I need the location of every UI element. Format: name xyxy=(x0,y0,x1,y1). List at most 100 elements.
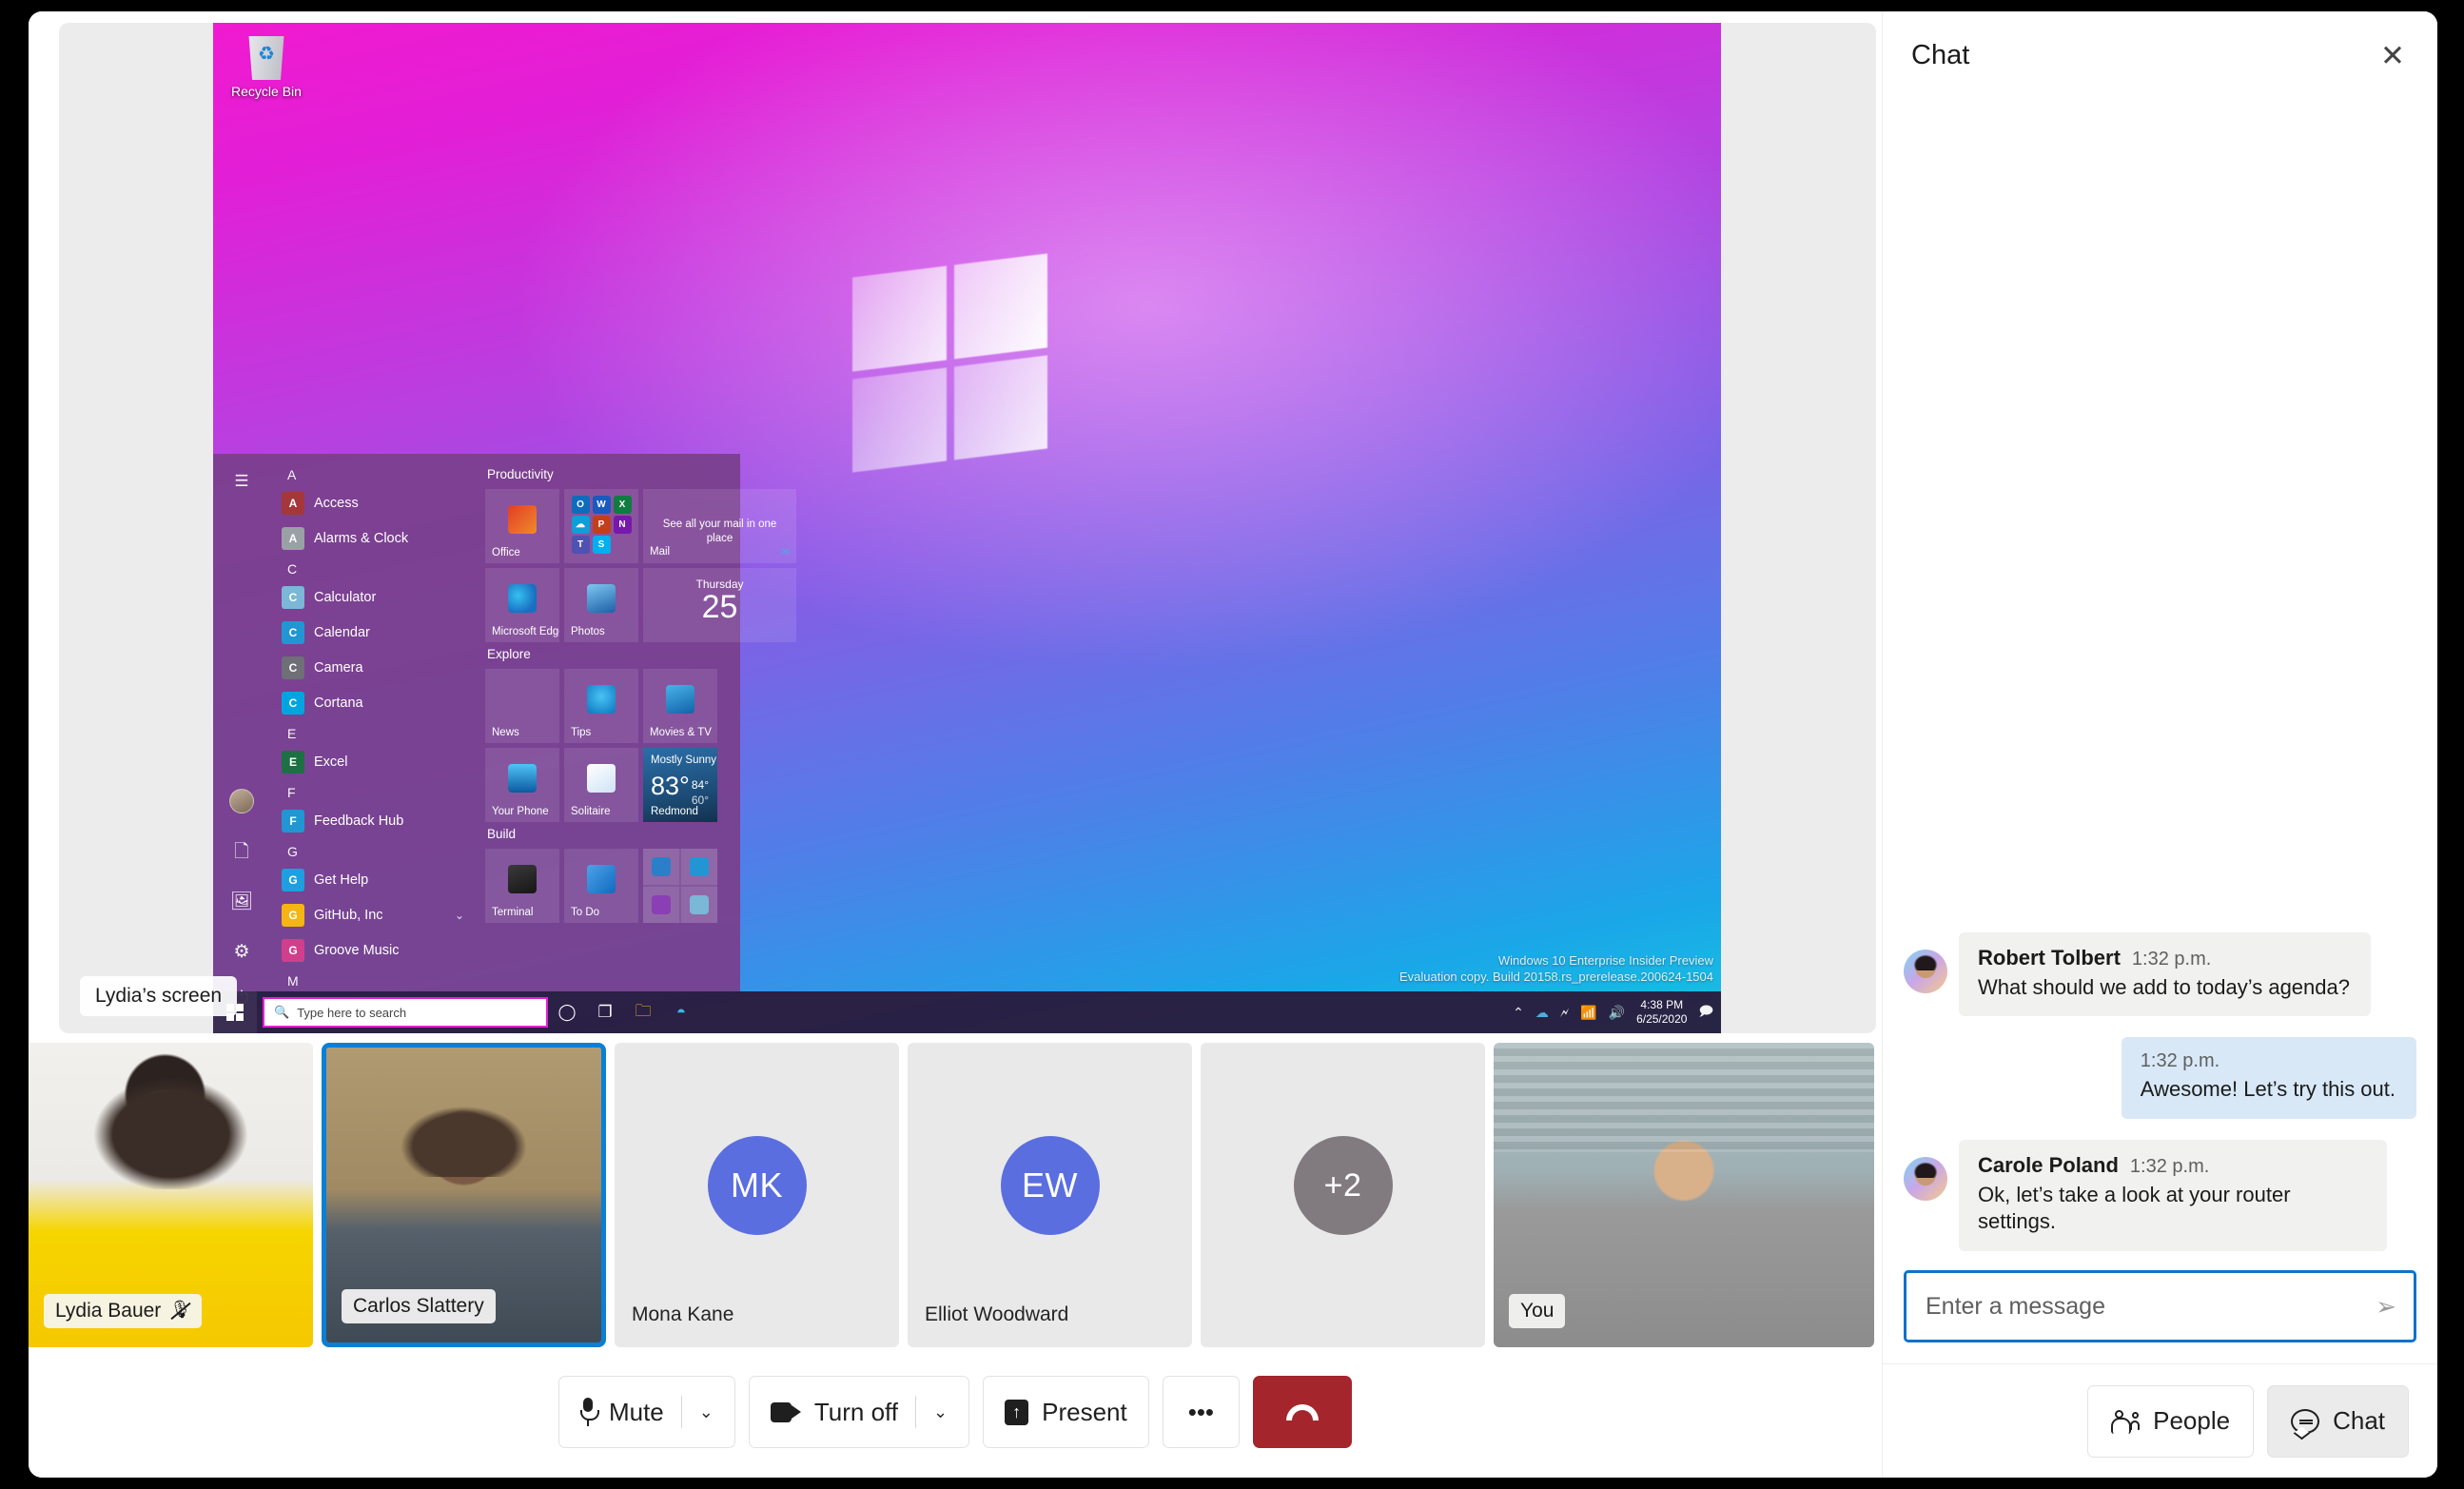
people-button[interactable]: People xyxy=(2087,1384,2255,1458)
start-menu-tile[interactable]: See all your mail in one place Mail ✉ xyxy=(643,489,796,563)
taskbar-search-input[interactable]: 🔍 Type here to search xyxy=(263,997,548,1028)
send-icon[interactable]: ➢ xyxy=(2376,1292,2396,1322)
feedback-hub-icon[interactable] xyxy=(681,849,717,885)
taskbar-clock[interactable]: 4:38 PM 6/25/2020 xyxy=(1636,998,1687,1027)
start-menu-tile[interactable]: Mostly Sunny 83° 84° 60° Redmond xyxy=(643,748,717,822)
start-menu-tile[interactable]: Office xyxy=(485,489,559,563)
calculator-icon[interactable] xyxy=(681,887,717,923)
start-menu-tile[interactable]: Your Phone xyxy=(485,748,559,822)
recycle-bin-desktop-icon[interactable]: Recycle Bin xyxy=(223,36,310,99)
message-input[interactable] xyxy=(1926,1292,2376,1321)
chat-button[interactable]: Chat xyxy=(2267,1384,2409,1458)
participant-tile[interactable]: +2 xyxy=(1201,1043,1485,1347)
shared-screen-stage[interactable]: Recycle Bin Windows 10 Enterprise Inside… xyxy=(59,23,1876,1033)
start-menu-tile[interactable]: Solitaire xyxy=(564,748,638,822)
start-menu-app-item[interactable]: G GitHub, Inc ⌄ xyxy=(272,897,472,932)
search-icon: 🔍 xyxy=(274,1005,290,1019)
start-menu-tile[interactable] xyxy=(643,849,717,923)
mail-envelope-icon: ✉ xyxy=(780,547,790,558)
edge-icon[interactable]: ◓ xyxy=(662,991,700,1033)
start-menu-app-item[interactable]: A Alarms & Clock xyxy=(272,520,472,556)
start-menu-app-label: Alarms & Clock xyxy=(314,530,409,546)
news-icon xyxy=(485,676,559,722)
wifi-icon[interactable]: 📶 xyxy=(1580,1005,1596,1021)
windows-taskbar[interactable]: 🔍 Type here to search ◯ ❐ 🗀 ◓ ⌃ ☁ 🗲 📶 🔊 xyxy=(213,991,1721,1033)
start-menu-app-label: Get Help xyxy=(314,872,369,888)
hamburger-icon[interactable]: ☰ xyxy=(227,467,256,496)
hang-up-button[interactable] xyxy=(1253,1376,1353,1448)
cortana-icon[interactable]: ◯ xyxy=(548,991,586,1033)
start-menu-app-label: GitHub, Inc xyxy=(314,907,383,923)
start-menu-tile[interactable]: Terminal xyxy=(485,849,559,923)
chevron-down-icon[interactable]: ⌄ xyxy=(933,1402,948,1422)
camera-button[interactable]: Turn off ⌄ xyxy=(748,1376,970,1448)
settings-icon[interactable]: ⚙ xyxy=(227,937,256,966)
your-phone-icon xyxy=(485,755,559,801)
close-icon[interactable]: ✕ xyxy=(2380,41,2405,70)
participant-tile[interactable]: Carlos Slattery xyxy=(322,1043,606,1347)
recycle-bin-label: Recycle Bin xyxy=(231,84,302,99)
start-menu-app-item[interactable]: C Calculator xyxy=(272,579,472,615)
start-menu-app-label: Feedback Hub xyxy=(314,813,404,829)
pictures-icon[interactable]: 🖼 xyxy=(227,887,256,915)
app-list-letter-header: G xyxy=(287,844,298,859)
start-menu-tile[interactable]: Tips xyxy=(564,669,638,743)
start-menu-tiles[interactable]: Productivity Office O W X ☁ P N T S See all your m… xyxy=(472,454,806,991)
participant-tile[interactable]: MK Mona Kane xyxy=(615,1043,899,1347)
tile-row: Terminal To Do xyxy=(485,849,796,923)
message-input-box[interactable]: ➢ xyxy=(1904,1270,2416,1342)
volume-icon[interactable]: 🔊 xyxy=(1609,1005,1625,1021)
chevron-down-icon[interactable]: ⌄ xyxy=(455,909,464,922)
start-menu-tile-label: Microsoft Edge xyxy=(492,626,559,637)
start-menu-tile[interactable]: Photos xyxy=(564,568,638,642)
start-menu-app-item[interactable]: C Camera xyxy=(272,650,472,685)
show-hidden-icons-chevron[interactable]: ⌃ xyxy=(1513,1005,1524,1021)
start-menu-app-item[interactable]: G Groove Music xyxy=(272,932,472,968)
battery-icon[interactable]: 🗲 xyxy=(1560,1005,1569,1021)
participant-tile[interactable]: Lydia Bauer xyxy=(29,1043,313,1347)
start-menu-tile[interactable]: O W X ☁ P N T S xyxy=(564,489,638,563)
windows-start-menu[interactable]: ☰ 🗋 🖼 ⚙ ⏻ AAAccessAAlarms & ClockCCCalcu… xyxy=(213,454,796,1009)
documents-icon[interactable]: 🗋 xyxy=(227,839,256,868)
chat-message-bubble: Robert Tolbert 1:32 p.m. What should we ad… xyxy=(1959,931,2371,1017)
tips-icon-glyph xyxy=(587,685,616,714)
start-menu-app-list[interactable]: A A Access A Alarms & Clock C C Calculator C Cale… xyxy=(272,454,472,991)
to-do-icon xyxy=(564,856,638,902)
your-phone-icon-glyph xyxy=(508,764,537,793)
chevron-down-icon[interactable]: ⌄ xyxy=(699,1402,714,1422)
start-menu-app-item[interactable]: C Calendar xyxy=(272,615,472,650)
avatar xyxy=(1904,949,1947,993)
weather-condition: Mostly Sunny xyxy=(651,754,717,766)
mute-button[interactable]: Mute ⌄ xyxy=(557,1376,735,1448)
participant-tile[interactable]: You xyxy=(1494,1043,1874,1347)
chat-message-header: 1:32 p.m. xyxy=(2141,1050,2396,1072)
start-menu-tile[interactable]: To Do xyxy=(564,849,638,923)
more-options-button[interactable]: ••• xyxy=(1162,1376,1241,1448)
start-menu-app-item[interactable]: F Feedback Hub xyxy=(272,803,472,838)
chat-message-author: Carole Poland xyxy=(1978,1152,2119,1177)
onedrive-icon[interactable]: ☁ xyxy=(1535,1005,1549,1021)
start-menu-tile[interactable]: Thursday 25 xyxy=(643,568,796,642)
chat-message: Robert Tolbert 1:32 p.m. What should we ad… xyxy=(1904,931,2416,1017)
start-menu-tile[interactable]: News xyxy=(485,669,559,743)
chat-message-list[interactable]: Robert Tolbert 1:32 p.m. What should we ad… xyxy=(1883,99,2437,1259)
start-menu-tile[interactable]: Movies & TV xyxy=(643,669,717,743)
start-menu-app-item[interactable]: A Access xyxy=(272,485,472,520)
participant-tile[interactable]: EW Elliot Woodward xyxy=(908,1043,1192,1347)
vscode-icon[interactable] xyxy=(643,849,679,885)
shared-screen-content[interactable]: Recycle Bin Windows 10 Enterprise Inside… xyxy=(213,23,1721,1033)
present-button[interactable]: Present xyxy=(983,1376,1149,1448)
start-menu-app-item[interactable]: C Cortana xyxy=(272,685,472,720)
start-menu-tile[interactable]: Microsoft Edge xyxy=(485,568,559,642)
system-tray[interactable]: ⌃ ☁ 🗲 📶 🔊 4:38 PM 6/25/2020 🗩 xyxy=(1513,991,1721,1033)
start-menu-tile-label: Tips xyxy=(571,727,592,738)
file-explorer-icon[interactable]: 🗀 xyxy=(624,991,662,1033)
start-menu-app-item[interactable]: G Get Help xyxy=(272,862,472,897)
start-menu-app-item[interactable]: E Excel xyxy=(272,744,472,779)
dev-tools-quad xyxy=(643,849,717,923)
github-icon[interactable] xyxy=(643,887,679,923)
action-center-icon[interactable]: 🗩 xyxy=(1698,1001,1713,1024)
mail-tile-text: See all your mail in one place xyxy=(662,519,777,544)
user-avatar-icon[interactable] xyxy=(227,787,256,815)
task-view-icon[interactable]: ❐ xyxy=(586,991,624,1033)
